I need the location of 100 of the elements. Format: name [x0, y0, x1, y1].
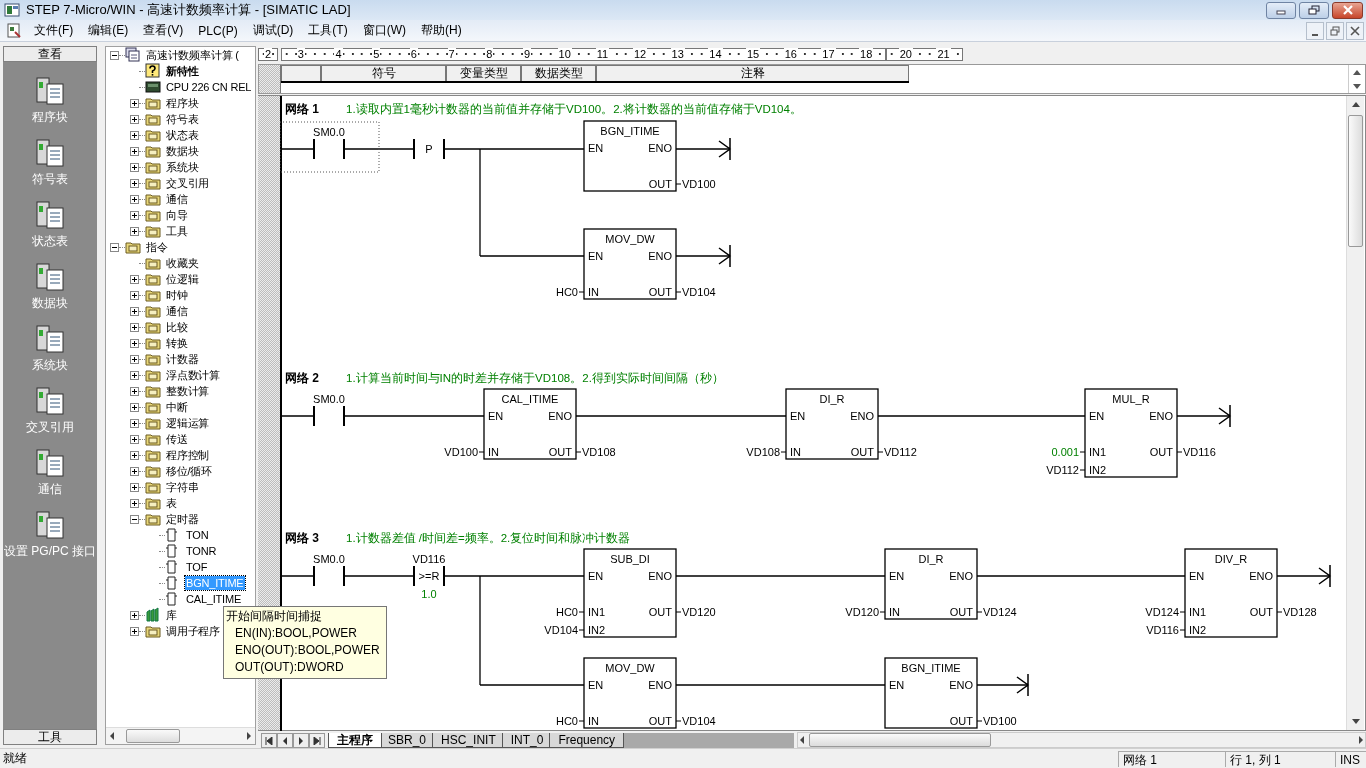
expand-toggle[interactable] — [130, 386, 139, 396]
menu-item[interactable]: 帮助(H) — [415, 22, 468, 39]
instruction-box[interactable] — [884, 657, 978, 729]
minimize-button[interactable] — [1306, 21, 1324, 40]
horizontal-scrollbar[interactable] — [797, 732, 1366, 748]
sheet-tab[interactable]: 主程序 — [328, 733, 382, 748]
column-header[interactable]: 符号 — [321, 65, 446, 81]
column-header[interactable]: 变量类型 — [446, 65, 521, 81]
menu-item[interactable]: 工具(T) — [302, 22, 354, 39]
expand-toggle[interactable] — [130, 354, 139, 364]
menu-item[interactable]: 编辑(E) — [82, 22, 135, 39]
tree-item[interactable]: 交叉引用 — [165, 176, 211, 190]
instruction-box[interactable] — [884, 548, 978, 620]
tree-item[interactable]: 中断 — [165, 400, 189, 414]
expand-toggle[interactable] — [130, 306, 139, 316]
tree-item[interactable]: 工具 — [165, 224, 189, 238]
column-header[interactable]: 数据类型 — [521, 65, 596, 81]
expand-toggle[interactable] — [130, 482, 139, 492]
expand-toggle[interactable] — [130, 226, 139, 236]
sheet-tab[interactable]: HSC_INIT — [432, 733, 505, 748]
tab-scroll-button[interactable] — [277, 733, 293, 748]
instruction-box[interactable] — [1084, 388, 1178, 478]
instruction-box[interactable] — [583, 548, 677, 638]
expand-toggle[interactable] — [130, 162, 139, 172]
instruction-box[interactable] — [483, 388, 577, 460]
nav-header-button[interactable]: 查看 — [3, 46, 97, 62]
sheet-tab[interactable]: Frequency — [549, 733, 625, 748]
tree-item[interactable]: 调用子程序 — [165, 624, 221, 638]
tree-item[interactable]: 新特性 — [165, 64, 200, 78]
tree-item[interactable]: 传送 — [165, 432, 189, 446]
tree-item[interactable]: 整数计算 — [165, 384, 211, 398]
expand-toggle[interactable] — [130, 450, 139, 460]
tab-scroll-button[interactable] — [309, 733, 325, 748]
tree-item[interactable]: TOF — [185, 560, 209, 574]
tree-item[interactable]: 时钟 — [165, 288, 189, 302]
expand-toggle[interactable] — [130, 114, 139, 124]
tree-item[interactable]: 通信 — [165, 192, 189, 206]
tree-item[interactable]: 转换 — [165, 336, 189, 350]
expand-toggle[interactable] — [130, 434, 139, 444]
expand-toggle[interactable] — [130, 610, 139, 620]
minimize-button[interactable] — [1266, 1, 1296, 19]
expand-toggle[interactable] — [130, 146, 139, 156]
expand-toggle[interactable] — [130, 402, 139, 412]
tab-scroll-button[interactable] — [261, 733, 277, 748]
expand-toggle[interactable] — [130, 514, 139, 524]
tab-scroll-button[interactable] — [293, 733, 309, 748]
instruction-box[interactable] — [583, 657, 677, 729]
tree-item[interactable]: 指令 — [145, 240, 169, 254]
expand-toggle[interactable] — [130, 178, 139, 188]
expand-toggle[interactable] — [130, 290, 139, 300]
menu-item[interactable]: 调试(D) — [246, 22, 300, 39]
tree-item[interactable]: 状态表 — [165, 128, 200, 142]
nav-footer-button[interactable]: 工具 — [3, 729, 97, 745]
expand-toggle[interactable] — [130, 498, 139, 508]
tree-item[interactable]: TONR — [185, 544, 218, 558]
tree-item[interactable]: 程序块 — [165, 96, 200, 110]
instruction-box[interactable] — [785, 388, 879, 460]
tree-item[interactable]: 高速计数频率计算 ( — [145, 48, 240, 62]
expand-toggle[interactable] — [110, 242, 119, 252]
menu-item[interactable]: PLC(P) — [192, 23, 244, 38]
tree-item[interactable]: 字符串 — [165, 480, 200, 494]
expand-toggle[interactable] — [130, 370, 139, 380]
menu-item[interactable]: 文件(F) — [28, 22, 80, 39]
vertical-scrollbar[interactable] — [1346, 96, 1364, 730]
tree-item[interactable]: 通信 — [165, 304, 189, 318]
expand-toggle[interactable] — [130, 466, 139, 476]
close-button[interactable] — [1346, 21, 1364, 40]
close-button[interactable] — [1332, 1, 1363, 19]
expand-toggle[interactable] — [130, 98, 139, 108]
tree-item[interactable]: 程序控制 — [165, 448, 211, 462]
expand-toggle[interactable] — [130, 130, 139, 140]
tree-item[interactable]: 浮点数计算 — [165, 368, 221, 382]
tree-item[interactable]: 符号表 — [165, 112, 200, 126]
horizontal-scrollbar[interactable] — [106, 727, 255, 744]
menu-item[interactable]: 查看(V) — [137, 22, 190, 39]
compare-contact[interactable] — [413, 565, 445, 587]
tree-item[interactable]: 系统块 — [165, 160, 200, 174]
tree-item[interactable]: 数据块 — [165, 144, 200, 158]
tree-item[interactable]: 计数器 — [165, 352, 200, 366]
tree-item[interactable]: 向导 — [165, 208, 189, 222]
tree-item[interactable]: 比较 — [165, 320, 189, 334]
restore-button[interactable] — [1299, 1, 1329, 19]
instruction-box[interactable] — [1184, 548, 1278, 638]
tree-item[interactable]: TON — [185, 528, 210, 542]
restore-button[interactable] — [1326, 21, 1344, 40]
tree-item[interactable]: CAL_ITIME — [185, 592, 243, 606]
tree-item[interactable]: 逻辑运算 — [165, 416, 211, 430]
scrollbar-thumb[interactable] — [1348, 115, 1363, 247]
expand-toggle[interactable] — [110, 50, 119, 60]
instruction-box[interactable] — [583, 120, 677, 192]
column-header[interactable]: 注释 — [596, 65, 909, 81]
instruction-box[interactable] — [583, 228, 677, 300]
tree-item[interactable]: 移位/循环 — [165, 464, 214, 478]
expand-toggle[interactable] — [130, 338, 139, 348]
tree-item[interactable]: 表 — [165, 496, 178, 510]
tree-item[interactable]: CPU 226 CN REL — [165, 80, 253, 94]
expand-toggle[interactable] — [130, 418, 139, 428]
menu-item[interactable]: 窗口(W) — [356, 22, 412, 39]
scrollbar-thumb[interactable] — [126, 729, 180, 743]
tree-item[interactable]: 定时器 — [165, 512, 200, 526]
